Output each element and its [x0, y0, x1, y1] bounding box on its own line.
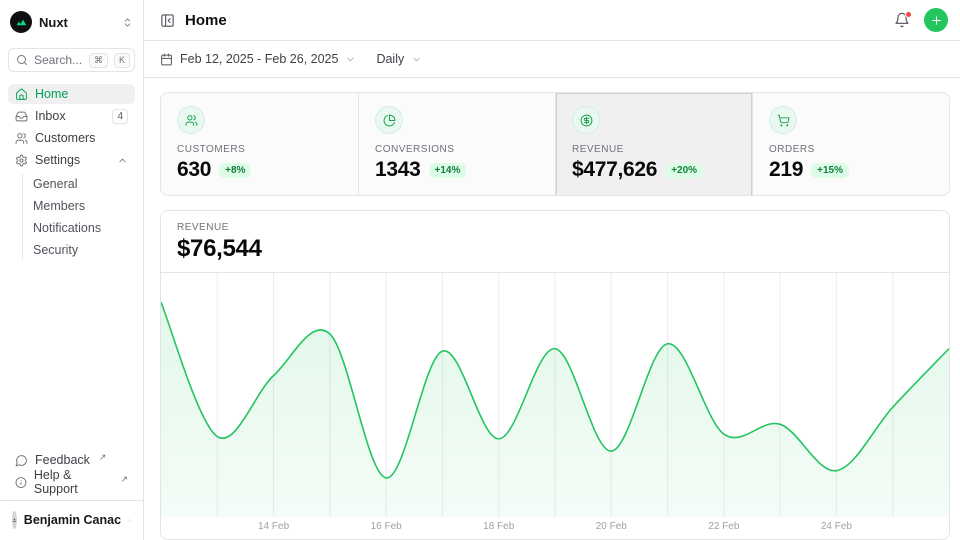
- chart-kicker: REVENUE: [177, 222, 933, 233]
- stat-label: ORDERS: [769, 144, 933, 155]
- stat-label: CONVERSIONS: [375, 144, 539, 155]
- settings-subtree: General Members Notifications Security: [22, 174, 135, 260]
- revenue-area-chart[interactable]: [161, 273, 949, 517]
- sidebar-item-label: Help & Support: [34, 468, 112, 496]
- sidebar-item-feedback[interactable]: Feedback ↗: [8, 450, 135, 470]
- info-circle-icon: [15, 476, 27, 489]
- sidebar: Nuxt Search... ⌘ K Home Inbox 4 Customer…: [0, 0, 144, 540]
- sidebar-subitem-security[interactable]: Security: [24, 240, 135, 260]
- x-axis-label: 22 Feb: [708, 521, 739, 532]
- search-icon: [16, 54, 28, 66]
- stat-revenue[interactable]: REVENUE $477,626 +20%: [555, 93, 752, 196]
- sidebar-item-settings[interactable]: Settings: [8, 150, 135, 170]
- stat-delta-badge: +20%: [665, 163, 703, 178]
- stat-label: CUSTOMERS: [177, 144, 342, 155]
- sidebar-item-inbox[interactable]: Inbox 4: [8, 106, 135, 126]
- sidebar-subitem-members[interactable]: Members: [24, 196, 135, 216]
- stat-value: 219: [769, 158, 803, 182]
- user-menu[interactable]: Benjamin Canac: [8, 508, 135, 532]
- main-area: Home Feb 12, 2025 - Feb 26, 2025 Daily: [144, 0, 960, 540]
- stat-value: $477,626: [572, 158, 657, 182]
- sidebar-item-label: Settings: [35, 153, 110, 167]
- external-link-icon: ↗: [120, 474, 128, 485]
- sidebar-spacer: [8, 260, 135, 438]
- notification-dot: [905, 11, 912, 18]
- users-icon: [15, 132, 28, 145]
- users-icon: [177, 106, 205, 134]
- notifications-button[interactable]: [894, 12, 910, 28]
- plus-icon: [930, 14, 943, 27]
- period-value: Daily: [376, 52, 404, 66]
- external-link-icon: ↗: [99, 452, 107, 463]
- sidebar-item-label: Home: [35, 87, 128, 101]
- x-axis-label: 18 Feb: [483, 521, 514, 532]
- sidebar-subitem-notifications[interactable]: Notifications: [24, 218, 135, 238]
- date-range-value: Feb 12, 2025 - Feb 26, 2025: [180, 52, 338, 66]
- collapse-sidebar-button[interactable]: [160, 13, 175, 28]
- sidebar-item-customers[interactable]: Customers: [8, 128, 135, 148]
- chart-body: 14 Feb 16 Feb 18 Feb 20 Feb 22 Feb 24 Feb: [161, 273, 949, 539]
- search-placeholder: Search...: [34, 53, 83, 67]
- chevrons-up-down-icon: [122, 17, 133, 28]
- stat-delta-badge: +15%: [811, 163, 849, 178]
- sidebar-footer-nav: Feedback ↗ Help & Support ↗: [8, 450, 135, 492]
- sidebar-subitem-general[interactable]: General: [24, 174, 135, 194]
- app-window: Nuxt Search... ⌘ K Home Inbox 4 Customer…: [0, 0, 960, 540]
- add-new-button[interactable]: [924, 8, 948, 32]
- avatar: [12, 511, 17, 529]
- revenue-chart-card: REVENUE $76,544 14 Feb 16 Feb 18 Feb 20 Feb…: [160, 210, 950, 540]
- page-content: CUSTOMERS 630 +8% CONVERSIONS 1343 +14%: [144, 78, 960, 540]
- page-header: Home: [144, 0, 960, 41]
- chevron-down-icon: [411, 54, 422, 65]
- page-title: Home: [185, 12, 227, 29]
- stat-delta-badge: +8%: [219, 163, 251, 178]
- search-input[interactable]: Search... ⌘ K: [8, 48, 135, 72]
- stat-orders[interactable]: ORDERS 219 +15%: [752, 93, 949, 196]
- period-select[interactable]: Daily: [376, 52, 422, 66]
- kbd-k: K: [114, 53, 130, 68]
- stat-customers[interactable]: CUSTOMERS 630 +8%: [161, 93, 358, 196]
- nuxt-logo-icon: [10, 11, 32, 33]
- chevron-up-icon: [117, 155, 128, 166]
- date-range-picker[interactable]: Feb 12, 2025 - Feb 26, 2025: [160, 52, 356, 66]
- chevrons-up-down-icon: [128, 515, 131, 526]
- sidebar-item-label: Inbox: [35, 109, 105, 123]
- kbd-meta: ⌘: [89, 53, 108, 68]
- shopping-cart-icon: [769, 106, 797, 134]
- stat-delta-badge: +14%: [429, 163, 467, 178]
- chevron-down-icon: [345, 54, 356, 65]
- stats-row: CUSTOMERS 630 +8% CONVERSIONS 1343 +14%: [160, 92, 950, 196]
- panel-left-close-icon: [160, 13, 175, 28]
- inbox-count-badge: 4: [112, 109, 128, 124]
- stat-label: REVENUE: [572, 144, 736, 155]
- stat-value: 630: [177, 158, 211, 182]
- workspace-switcher[interactable]: Nuxt: [8, 10, 135, 34]
- house-icon: [15, 88, 28, 101]
- sidebar-item-home[interactable]: Home: [8, 84, 135, 104]
- sidebar-divider: [0, 500, 143, 501]
- workspace-name: Nuxt: [39, 15, 115, 30]
- circle-dollar-icon: [572, 106, 600, 134]
- sidebar-nav: Home Inbox 4 Customers Settings General …: [8, 84, 135, 260]
- sidebar-item-label: Feedback: [35, 453, 90, 467]
- x-axis-label: 20 Feb: [596, 521, 627, 532]
- gear-icon: [15, 154, 28, 167]
- sidebar-item-help-support[interactable]: Help & Support ↗: [8, 472, 135, 492]
- revenue-chart-svg: [161, 273, 949, 517]
- x-axis-label: 16 Feb: [371, 521, 402, 532]
- stat-conversions[interactable]: CONVERSIONS 1343 +14%: [358, 93, 555, 196]
- x-axis: 14 Feb 16 Feb 18 Feb 20 Feb 22 Feb 24 Feb: [161, 517, 949, 539]
- stat-value: 1343: [375, 158, 421, 182]
- sidebar-item-label: Customers: [35, 131, 128, 145]
- calendar-icon: [160, 53, 173, 66]
- x-axis-label: 24 Feb: [821, 521, 852, 532]
- x-axis-label: 14 Feb: [258, 521, 289, 532]
- user-name: Benjamin Canac: [24, 513, 121, 527]
- chart-headline-value: $76,544: [177, 235, 933, 263]
- chart-pie-icon: [375, 106, 403, 134]
- message-circle-icon: [15, 454, 28, 467]
- inbox-icon: [15, 110, 28, 123]
- filters-toolbar: Feb 12, 2025 - Feb 26, 2025 Daily: [144, 41, 960, 78]
- chart-header: REVENUE $76,544: [161, 211, 949, 273]
